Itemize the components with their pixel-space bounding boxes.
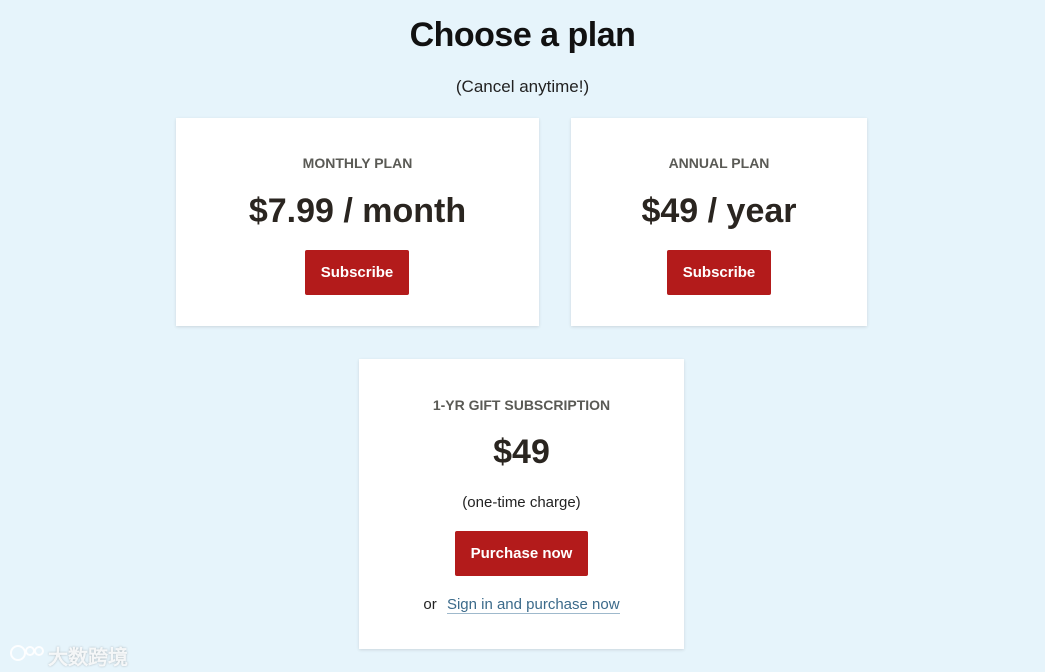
plan-price: $7.99 / month [248,192,467,230]
sign-in-purchase-link[interactable]: Sign in and purchase now [446,596,620,614]
page-title: Choose a plan [409,16,636,54]
watermark: 大数跨境 [10,641,128,670]
plan-label: ANNUAL PLAN [668,155,770,171]
one-time-charge-note: (one-time charge) [462,494,581,511]
plan-label: 1-YR GIFT SUBSCRIPTION [432,397,611,413]
page-subtitle: (Cancel anytime!) [455,77,590,96]
monthly-plan-card: MONTHLY PLAN $7.99 / month Subscribe [176,118,539,326]
pricing-page: Choose a plan (Cancel anytime!) MONTHLY … [0,0,1045,672]
plan-label: MONTHLY PLAN [302,155,413,171]
purchase-now-button[interactable]: Purchase now [455,531,588,576]
subscribe-annual-button[interactable]: Subscribe [667,250,771,295]
plan-price: $49 / year [641,192,797,230]
subscribe-monthly-button[interactable]: Subscribe [305,250,409,295]
watermark-text: 大数跨境 [48,647,128,669]
watermark-logo-icon [10,642,44,670]
plan-price: $49 [493,433,550,471]
or-text: or [423,596,437,613]
gift-subscription-card: 1-YR GIFT SUBSCRIPTION $49 (one-time cha… [359,359,684,649]
annual-plan-card: ANNUAL PLAN $49 / year Subscribe [571,118,867,326]
sign-in-row: or Sign in and purchase now [359,596,684,614]
